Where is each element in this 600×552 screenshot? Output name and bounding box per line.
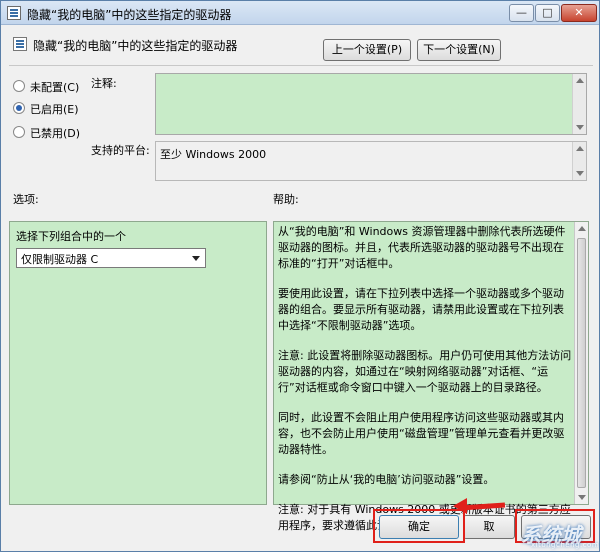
help-scrollbar[interactable] (574, 222, 588, 504)
ok-highlight-box (373, 509, 465, 543)
watermark-logo: 系统城 xitongcheng.com (521, 519, 599, 551)
help-section-label: 帮助: (273, 193, 299, 206)
help-paragraph: 从“我的电脑”和 Windows 资源管理器中删除代表所选硬件驱动器的图标。并且… (278, 225, 566, 270)
platform-label: 支持的平台: (91, 144, 150, 157)
chevron-down-icon[interactable] (192, 256, 200, 261)
radio-dot-not-configured[interactable] (13, 80, 25, 92)
scroll-up-arrow-icon[interactable] (576, 146, 584, 151)
options-section-label: 选项: (13, 193, 39, 206)
help-pane: 从“我的电脑”和 Windows 资源管理器中删除代表所选硬件驱动器的图标。并且… (273, 221, 589, 532)
annotation-arrow-icon (453, 498, 467, 514)
radio-dot-enabled[interactable] (13, 102, 25, 114)
scroll-up-arrow-icon[interactable] (578, 226, 586, 231)
help-text: 从“我的电脑”和 Windows 资源管理器中删除代表所选硬件驱动器的图标。并且… (278, 224, 574, 548)
dropdown-selected-value: 仅限制驱动器 C (21, 253, 99, 266)
radio-label-not-configured: 未配置(C) (30, 81, 80, 94)
policy-icon (13, 37, 27, 51)
header-divider (9, 65, 593, 66)
policy-dialog-window: 隐藏“我的电脑”中的这些指定的驱动器 — □ ✕ 隐藏“我的电脑”中的这些指定的… (0, 0, 600, 552)
scroll-down-arrow-icon[interactable] (578, 495, 586, 500)
comment-textarea[interactable] (155, 73, 587, 135)
close-button[interactable]: ✕ (561, 4, 597, 22)
maximize-button[interactable]: □ (535, 4, 560, 22)
scroll-up-arrow-icon[interactable] (576, 78, 584, 83)
comment-scrollbar[interactable] (572, 74, 586, 134)
radio-label-disabled: 已禁用(D) (30, 127, 81, 140)
comment-label: 注释: (91, 77, 117, 90)
cancel-button[interactable]: 取 (463, 515, 515, 539)
options-pane: 选择下列组合中的一个 仅限制驱动器 C (9, 221, 267, 505)
scroll-down-arrow-icon[interactable] (576, 171, 584, 176)
platform-scrollbar[interactable] (572, 142, 586, 180)
drive-restriction-dropdown[interactable]: 仅限制驱动器 C (16, 248, 206, 268)
policy-title: 隐藏“我的电脑”中的这些指定的驱动器 (33, 39, 238, 53)
radio-dot-disabled[interactable] (13, 126, 25, 138)
next-setting-button[interactable]: 下一个设置(N) (417, 39, 501, 61)
help-paragraph: 同时，此设置不会阻止用户使用程序访问这些驱动器或其内容，也不会防止用户使用“磁盘… (278, 411, 565, 456)
policy-setting-icon (7, 6, 21, 20)
options-caption: 选择下列组合中的一个 (16, 230, 126, 243)
help-paragraph: 注意: 此设置将删除驱动器图标。用户仍可使用其他方法访问驱动器的内容，如通过在“… (278, 349, 572, 394)
watermark-url: xitongcheng.com (531, 541, 600, 549)
platform-field: 至少 Windows 2000 (155, 141, 587, 181)
radio-label-enabled: 已启用(E) (30, 103, 79, 116)
help-paragraph: 要使用此设置，请在下拉列表中选择一个驱动器或多个驱动器的组合。要显示所有驱动器，… (278, 287, 564, 332)
scrollbar-thumb[interactable] (577, 238, 586, 488)
platform-value: 至少 Windows 2000 (160, 148, 267, 161)
scroll-down-arrow-icon[interactable] (576, 125, 584, 130)
title-bar[interactable]: 隐藏“我的电脑”中的这些指定的驱动器 — □ ✕ (1, 1, 599, 25)
window-title: 隐藏“我的电脑”中的这些指定的驱动器 (27, 8, 232, 22)
previous-setting-button[interactable]: 上一个设置(P) (323, 39, 411, 61)
minimize-button[interactable]: — (509, 4, 534, 22)
help-paragraph: 请参阅“防止从‘我的电脑’访问驱动器”设置。 (278, 473, 495, 486)
